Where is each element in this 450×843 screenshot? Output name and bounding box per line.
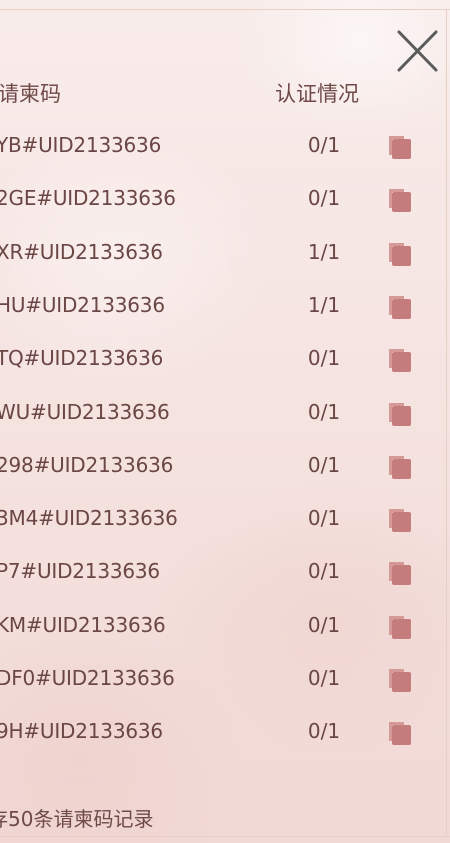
invite-code-text: KM#UID2133636 xyxy=(0,612,166,637)
verification-status-text: 1/1 xyxy=(307,292,341,317)
table-row: DF0#UID2133636 0/1 xyxy=(0,654,450,706)
invite-code-text: WU#UID2133636 xyxy=(0,399,170,424)
verification-status-text: 0/1 xyxy=(307,559,341,584)
copy-icon xyxy=(389,722,411,746)
invite-code-text: P7#UID2133636 xyxy=(0,559,160,584)
copy-icon xyxy=(389,402,411,426)
invite-code-text: 3M4#UID2133636 xyxy=(0,506,178,531)
verification-status-text: 0/1 xyxy=(307,399,341,424)
table-row: 9H#UID2133636 0/1 xyxy=(0,707,450,759)
copy-button[interactable] xyxy=(386,293,414,321)
copy-button[interactable] xyxy=(386,133,414,161)
table-row: 298#UID2133636 0/1 xyxy=(0,441,450,493)
table-row: TQ#UID2133636 0/1 xyxy=(0,334,450,386)
table-row: XR#UID2133636 1/1 xyxy=(0,228,450,280)
close-icon xyxy=(397,30,438,72)
table-row: YB#UID2133636 0/1 xyxy=(0,121,450,173)
copy-icon xyxy=(389,242,411,266)
footer-note: 存50条请柬码记录 xyxy=(0,807,154,831)
copy-icon xyxy=(389,349,411,373)
copy-button[interactable] xyxy=(386,559,414,587)
copy-button[interactable] xyxy=(386,719,414,747)
invite-code-text: TQ#UID2133636 xyxy=(0,346,164,371)
copy-button[interactable] xyxy=(386,666,414,694)
copy-icon xyxy=(389,136,411,159)
verification-status-text: 0/1 xyxy=(307,666,341,690)
copy-icon xyxy=(389,615,411,639)
copy-icon xyxy=(389,509,411,533)
verification-status-text: 0/1 xyxy=(307,346,341,371)
table-row: 2GE#UID2133636 0/1 xyxy=(0,174,450,226)
copy-icon xyxy=(389,669,411,692)
table-header: 请柬码 认证情况 xyxy=(0,74,450,108)
copy-button[interactable] xyxy=(386,453,414,481)
table-row: HU#UID2133636 1/1 xyxy=(0,281,450,333)
verification-status-text: 0/1 xyxy=(307,186,341,211)
copy-button[interactable] xyxy=(386,400,414,428)
copy-button[interactable] xyxy=(386,613,414,641)
invite-code-text: 9H#UID2133636 xyxy=(0,719,163,744)
copy-icon xyxy=(389,455,411,479)
frame-border-top xyxy=(0,9,450,10)
close-button[interactable] xyxy=(394,28,440,74)
verification-status-text: 0/1 xyxy=(307,452,341,477)
invite-code-text: YB#UID2133636 xyxy=(0,133,162,157)
table-row: P7#UID2133636 0/1 xyxy=(0,547,450,599)
invite-code-text: 2GE#UID2133636 xyxy=(0,186,176,211)
copy-button[interactable] xyxy=(386,506,414,534)
copy-icon xyxy=(389,189,411,213)
invite-code-text: DF0#UID2133636 xyxy=(0,666,175,690)
verification-status-text: 0/1 xyxy=(307,506,341,531)
invite-code-text: 298#UID2133636 xyxy=(0,452,174,477)
verification-status-text: 0/1 xyxy=(307,612,341,637)
verification-status-text: 0/1 xyxy=(307,133,341,157)
table-row: 3M4#UID2133636 0/1 xyxy=(0,494,450,546)
copy-button[interactable] xyxy=(386,186,414,214)
verification-status-text: 0/1 xyxy=(307,719,341,744)
header-invite-code: 请柬码 xyxy=(0,82,61,106)
copy-icon xyxy=(389,562,411,586)
table-row: KM#UID2133636 0/1 xyxy=(0,601,450,653)
table-row: WU#UID2133636 0/1 xyxy=(0,388,450,440)
invite-code-panel: 请柬码 认证情况 YB#UID2133636 0/1 2GE#UID213363… xyxy=(0,0,450,843)
copy-button[interactable] xyxy=(386,346,414,374)
invite-code-text: HU#UID2133636 xyxy=(0,292,165,317)
frame-border-bottom xyxy=(0,836,450,837)
copy-icon xyxy=(389,295,411,319)
invite-code-text: XR#UID2133636 xyxy=(0,239,163,264)
verification-status-text: 1/1 xyxy=(307,239,341,264)
header-verification-status: 认证情况 xyxy=(275,82,359,106)
copy-button[interactable] xyxy=(386,240,414,268)
